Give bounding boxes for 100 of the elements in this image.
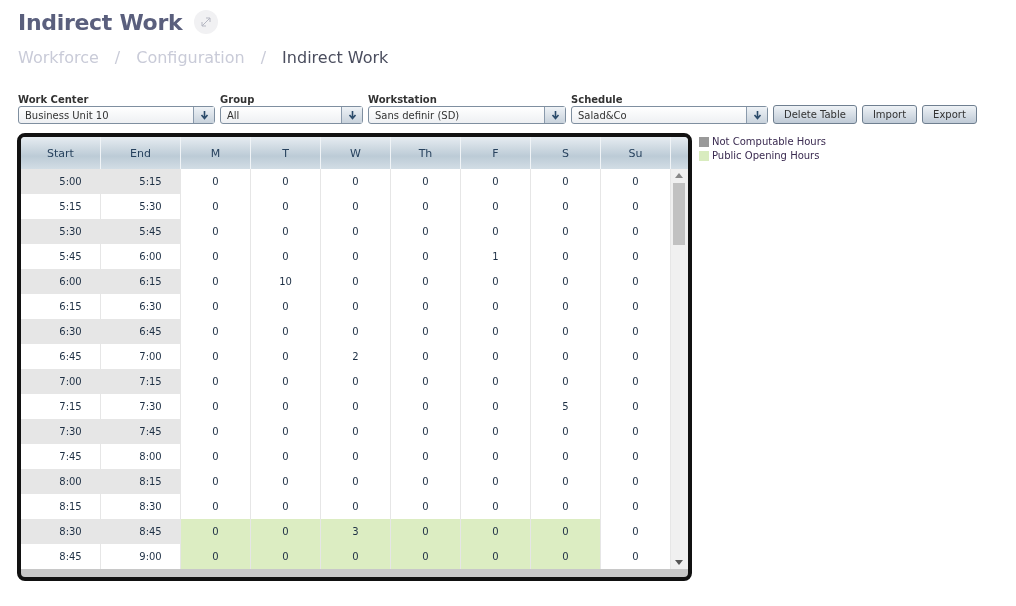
table-cell[interactable]: 0 <box>251 194 321 219</box>
table-cell[interactable]: 5 <box>531 394 601 419</box>
toolbar-button[interactable]: Export <box>922 105 977 124</box>
toolbar-button[interactable]: Delete Table <box>773 105 857 124</box>
table-cell[interactable]: 0 <box>181 544 251 569</box>
table-cell[interactable]: 0 <box>531 269 601 294</box>
scroll-up-icon[interactable] <box>675 173 683 178</box>
table-cell[interactable]: 0 <box>391 244 461 269</box>
table-cell[interactable]: 0 <box>391 419 461 444</box>
table-cell[interactable]: 0 <box>391 269 461 294</box>
table-cell[interactable]: 0 <box>461 269 531 294</box>
table-cell[interactable]: 0 <box>461 294 531 319</box>
table-cell[interactable]: 0 <box>531 344 601 369</box>
table-cell[interactable]: 0 <box>181 419 251 444</box>
table-cell[interactable]: 0 <box>461 544 531 569</box>
scrollbar[interactable] <box>671 169 688 569</box>
table-cell[interactable]: 0 <box>461 169 531 194</box>
table-cell[interactable]: 0 <box>531 519 601 544</box>
table-cell[interactable]: 0 <box>251 444 321 469</box>
table-cell[interactable]: 10 <box>251 269 321 294</box>
table-cell[interactable]: 0 <box>321 419 391 444</box>
table-cell[interactable]: 0 <box>391 444 461 469</box>
table-cell[interactable]: 0 <box>181 319 251 344</box>
table-cell[interactable]: 0 <box>181 169 251 194</box>
table-cell[interactable]: 0 <box>531 444 601 469</box>
table-cell[interactable]: 0 <box>321 269 391 294</box>
table-cell[interactable]: 0 <box>461 344 531 369</box>
table-cell[interactable]: 1 <box>461 244 531 269</box>
table-cell[interactable]: 0 <box>251 344 321 369</box>
table-cell[interactable]: 0 <box>251 169 321 194</box>
table-cell[interactable]: 0 <box>391 544 461 569</box>
table-cell[interactable]: 3 <box>321 519 391 544</box>
table-cell[interactable]: 0 <box>391 219 461 244</box>
table-cell[interactable]: 0 <box>181 394 251 419</box>
table-cell[interactable]: 0 <box>321 294 391 319</box>
table-cell[interactable]: 0 <box>531 544 601 569</box>
table-cell[interactable]: 0 <box>461 194 531 219</box>
table-cell[interactable]: 0 <box>181 294 251 319</box>
table-cell[interactable]: 2 <box>321 344 391 369</box>
table-cell[interactable]: 0 <box>391 319 461 344</box>
table-cell[interactable]: 0 <box>321 319 391 344</box>
table-cell[interactable]: 0 <box>321 219 391 244</box>
table-cell[interactable]: 0 <box>251 544 321 569</box>
table-cell[interactable]: 0 <box>531 419 601 444</box>
table-cell[interactable]: 0 <box>391 294 461 319</box>
table-cell[interactable]: 0 <box>461 319 531 344</box>
table-cell[interactable]: 0 <box>321 194 391 219</box>
table-cell[interactable]: 0 <box>391 519 461 544</box>
table-cell[interactable]: 0 <box>531 219 601 244</box>
table-cell[interactable]: 0 <box>321 469 391 494</box>
table-cell[interactable]: 0 <box>321 369 391 394</box>
table-cell[interactable]: 0 <box>251 519 321 544</box>
table-cell[interactable]: 0 <box>391 169 461 194</box>
table-cell[interactable]: 0 <box>391 369 461 394</box>
table-cell[interactable]: 0 <box>251 244 321 269</box>
table-cell[interactable]: 0 <box>531 319 601 344</box>
table-cell[interactable]: 0 <box>181 244 251 269</box>
table-cell[interactable]: 0 <box>321 244 391 269</box>
table-cell[interactable]: 0 <box>181 519 251 544</box>
dropdown[interactable]: All <box>220 106 363 124</box>
table-cell[interactable]: 0 <box>391 394 461 419</box>
table-cell[interactable]: 0 <box>461 469 531 494</box>
table-cell[interactable]: 0 <box>531 169 601 194</box>
table-cell[interactable]: 0 <box>531 469 601 494</box>
table-cell[interactable]: 0 <box>181 369 251 394</box>
table-cell[interactable]: 0 <box>251 419 321 444</box>
table-cell[interactable]: 0 <box>181 194 251 219</box>
table-cell[interactable]: 0 <box>321 394 391 419</box>
table-cell[interactable]: 0 <box>321 544 391 569</box>
table-cell[interactable]: 0 <box>251 219 321 244</box>
table-cell[interactable]: 0 <box>321 169 391 194</box>
table-cell[interactable]: 0 <box>321 444 391 469</box>
table-cell[interactable]: 0 <box>461 419 531 444</box>
toolbar-button[interactable]: Import <box>861 105 918 124</box>
table-cell[interactable]: 0 <box>181 469 251 494</box>
table-cell[interactable]: 0 <box>461 219 531 244</box>
scroll-down-icon[interactable] <box>675 560 683 565</box>
table-cell[interactable]: 0 <box>461 394 531 419</box>
table-cell[interactable]: 0 <box>531 244 601 269</box>
dropdown[interactable]: Sans definir (SD) <box>368 106 566 124</box>
table-cell[interactable]: 0 <box>531 194 601 219</box>
table-cell[interactable]: 0 <box>461 519 531 544</box>
table-cell[interactable]: 0 <box>391 194 461 219</box>
table-cell[interactable]: 0 <box>181 444 251 469</box>
table-cell[interactable]: 0 <box>181 219 251 244</box>
table-cell[interactable]: 0 <box>251 294 321 319</box>
table-cell[interactable]: 0 <box>531 294 601 319</box>
table-cell[interactable]: 0 <box>391 469 461 494</box>
table-cell[interactable]: 0 <box>251 394 321 419</box>
table-cell[interactable]: 0 <box>251 319 321 344</box>
table-cell[interactable]: 0 <box>531 369 601 394</box>
dropdown[interactable]: Salad&Co <box>571 106 768 124</box>
scrollbar-thumb[interactable] <box>673 183 685 245</box>
dropdown[interactable]: Business Unit 10 <box>18 106 215 124</box>
table-cell[interactable]: 0 <box>181 344 251 369</box>
expand-button[interactable] <box>194 10 219 34</box>
table-cell[interactable]: 0 <box>461 369 531 394</box>
table-cell[interactable]: 0 <box>181 269 251 294</box>
table-cell[interactable]: 0 <box>391 344 461 369</box>
table-cell[interactable]: 0 <box>251 469 321 494</box>
